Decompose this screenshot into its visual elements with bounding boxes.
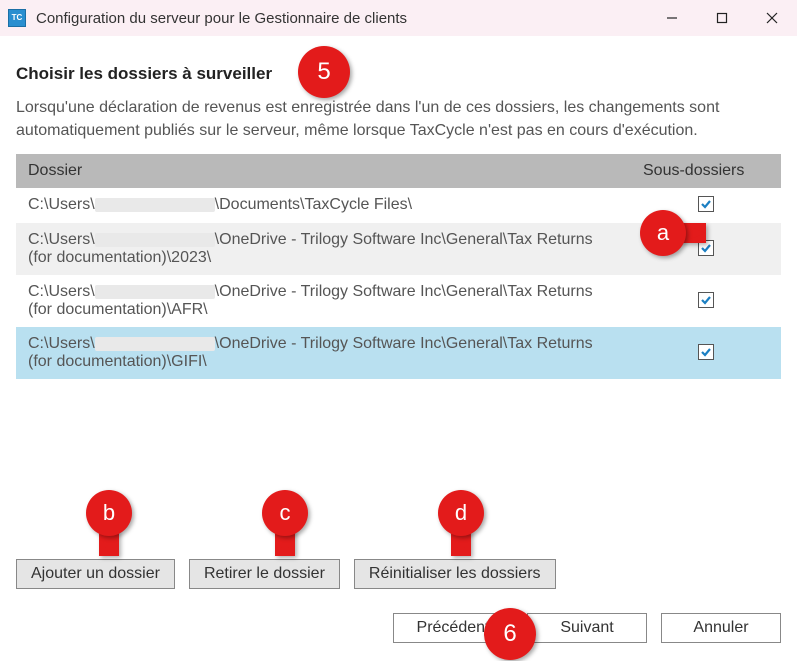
folder-path-cell: C:\Users\\OneDrive - Trilogy Software In… (16, 275, 631, 327)
folder-path-cell: C:\Users\\OneDrive - Trilogy Software In… (16, 223, 631, 275)
content: Choisir les dossiers à surveiller Lorsqu… (0, 36, 797, 379)
subfolder-checkbox[interactable] (698, 344, 714, 360)
table-row[interactable]: C:\Users\\Documents\TaxCycle Files\ (16, 188, 781, 223)
callout-c: c (262, 490, 308, 536)
folder-table: Dossier Sous-dossiers C:\Users\\Document… (16, 154, 781, 379)
folder-path-cell: C:\Users\\Documents\TaxCycle Files\ (16, 188, 631, 223)
nav-buttons: Précédent Suivant Annuler (393, 613, 781, 643)
redacted-username (95, 233, 215, 247)
table-row[interactable]: C:\Users\\OneDrive - Trilogy Software In… (16, 327, 781, 379)
redacted-username (95, 198, 215, 212)
previous-button[interactable]: Précédent (393, 613, 513, 643)
subfolder-checkbox-cell (631, 275, 781, 327)
add-folder-button[interactable]: Ajouter un dossier (16, 559, 175, 589)
close-button[interactable] (747, 0, 797, 36)
subfolder-checkbox-cell (631, 327, 781, 379)
action-buttons: Ajouter un dossier Retirer le dossier Ré… (16, 559, 556, 589)
col-header-subfolders: Sous-dossiers (631, 154, 781, 188)
subfolder-checkbox[interactable] (698, 292, 714, 308)
table-row[interactable]: C:\Users\\OneDrive - Trilogy Software In… (16, 223, 781, 275)
next-button[interactable]: Suivant (527, 613, 647, 643)
titlebar: TC Configuration du serveur pour le Gest… (0, 0, 797, 36)
maximize-button[interactable] (697, 0, 747, 36)
minimize-button[interactable] (647, 0, 697, 36)
window-buttons (647, 0, 797, 36)
subfolder-checkbox[interactable] (698, 240, 714, 256)
window-title: Configuration du serveur pour le Gestion… (36, 10, 647, 27)
subfolder-checkbox-cell (631, 223, 781, 275)
col-header-folder: Dossier (16, 154, 631, 188)
redacted-username (95, 337, 215, 351)
page-heading: Choisir les dossiers à surveiller (16, 64, 781, 84)
table-row[interactable]: C:\Users\\OneDrive - Trilogy Software In… (16, 275, 781, 327)
subfolder-checkbox-cell (631, 188, 781, 223)
callout-b: b (86, 490, 132, 536)
folder-path-cell: C:\Users\\OneDrive - Trilogy Software In… (16, 327, 631, 379)
window: TC Configuration du serveur pour le Gest… (0, 0, 797, 661)
cancel-button[interactable]: Annuler (661, 613, 781, 643)
reset-folders-button[interactable]: Réinitialiser les dossiers (354, 559, 556, 589)
page-description: Lorsqu'une déclaration de revenus est en… (16, 96, 781, 142)
remove-folder-button[interactable]: Retirer le dossier (189, 559, 340, 589)
subfolder-checkbox[interactable] (698, 196, 714, 212)
app-icon: TC (8, 9, 26, 27)
redacted-username (95, 285, 215, 299)
callout-d: d (438, 490, 484, 536)
